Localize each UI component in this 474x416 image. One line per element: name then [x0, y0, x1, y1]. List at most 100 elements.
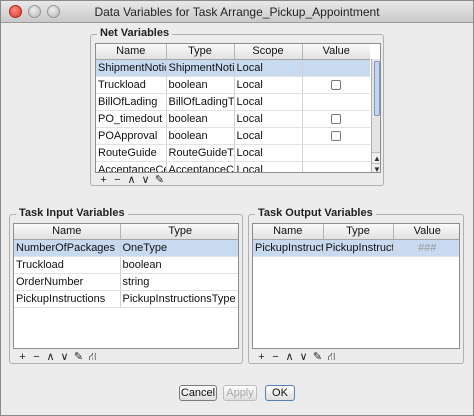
- column-header[interactable]: Value: [393, 224, 459, 240]
- table-cell[interactable]: Truckload: [14, 256, 121, 274]
- value-checkbox[interactable]: [331, 79, 342, 90]
- task-input-table: Name Type NumberOfPackages OneType Truckloa…: [13, 223, 239, 349]
- scroll-up-arrow[interactable]: ▲: [372, 152, 380, 163]
- table-cell[interactable]: boolean: [166, 110, 235, 128]
- column-header[interactable]: Value: [302, 44, 370, 60]
- task-output-toolbar: + − ∧ ∨ ✎ ⛙: [255, 351, 339, 363]
- column-header[interactable]: Name: [96, 44, 167, 60]
- table-row[interactable]: AcceptanceCe...AcceptanceCe...Local: [96, 161, 370, 172]
- table-cell[interactable]: AcceptanceCe...: [166, 161, 235, 172]
- table-cell[interactable]: Local: [234, 93, 303, 111]
- column-header[interactable]: Type: [120, 224, 238, 240]
- title-bar: Data Variables for Task Arrange_Pickup_A…: [1, 1, 473, 23]
- table-row[interactable]: Truckload boolean Local: [96, 76, 370, 94]
- net-variables-table: NameTypeScopeValue ShipmentNoticeShipmen…: [95, 43, 381, 173]
- table-cell[interactable]: [302, 76, 370, 94]
- table-cell[interactable]: [302, 93, 370, 111]
- edit-icon[interactable]: ✎: [72, 351, 85, 363]
- table-row[interactable]: OrderNumber string: [14, 273, 238, 291]
- cancel-button[interactable]: Cancel: [179, 385, 217, 401]
- window-title: Data Variables for Task Arrange_Pickup_A…: [94, 5, 380, 19]
- net-variables-group: Net Variables Name Type Scope Value Shipmen…: [90, 27, 384, 186]
- table-cell[interactable]: Local: [234, 59, 303, 77]
- table-cell[interactable]: [302, 59, 370, 77]
- task-output-table: NameTypeValue PickupInstructi...PickupIn…: [252, 223, 460, 349]
- move-down-icon[interactable]: ∨: [297, 351, 310, 363]
- table-cell[interactable]: Local: [234, 161, 303, 172]
- table-cell[interactable]: OneType: [120, 239, 238, 257]
- table-cell[interactable]: string: [120, 273, 238, 291]
- remove-icon[interactable]: −: [269, 351, 282, 363]
- add-icon[interactable]: +: [97, 174, 110, 186]
- table-cell[interactable]: Local: [234, 144, 303, 162]
- table-cell[interactable]: [302, 110, 370, 128]
- table-cell[interactable]: PickupInstructi...: [253, 239, 324, 257]
- table-cell[interactable]: Truckload: [96, 76, 167, 94]
- table-row[interactable]: POApproval boolean Local: [96, 127, 370, 145]
- table-cell[interactable]: ShipmentNoti...: [166, 59, 235, 77]
- table-row[interactable]: BillOfLadingBillOfLadingT...Local: [96, 93, 370, 111]
- table-row[interactable]: Truckload boolean: [14, 256, 238, 274]
- table-cell[interactable]: BillOfLadingT...: [166, 93, 235, 111]
- edit-icon[interactable]: ✎: [311, 351, 324, 363]
- table-cell[interactable]: PickupInstructi...: [323, 239, 394, 257]
- ok-button[interactable]: OK: [265, 385, 295, 401]
- task-input-group: Task Input Variables Name Type NumberOfPa…: [9, 207, 243, 364]
- table-cell[interactable]: POApproval: [96, 127, 167, 145]
- add-icon[interactable]: +: [16, 351, 29, 363]
- table-cell[interactable]: PO_timedout: [96, 110, 167, 128]
- table-cell[interactable]: boolean: [120, 256, 238, 274]
- edit-icon[interactable]: ✎: [153, 174, 166, 186]
- scrollbar-thumb[interactable]: [374, 61, 380, 116]
- table-cell[interactable]: Local: [234, 110, 303, 128]
- table-cell[interactable]: Local: [234, 76, 303, 94]
- table-cell[interactable]: NumberOfPackages: [14, 239, 121, 257]
- table-row[interactable]: ShipmentNoticeShipmentNoti...Local: [96, 59, 370, 77]
- remove-icon[interactable]: −: [111, 174, 124, 186]
- task-input-toolbar: + − ∧ ∨ ✎ ⛙: [16, 351, 100, 363]
- table-cell[interactable]: PickupInstructionsType: [120, 290, 238, 308]
- task-output-label: Task Output Variables: [255, 207, 376, 219]
- hierarchy-icon[interactable]: ⛙: [86, 351, 99, 363]
- table-row[interactable]: PickupInstructi...PickupInstructi...###: [253, 239, 459, 257]
- net-variables-scrollbar[interactable]: ▲ ▼: [371, 59, 380, 172]
- table-row[interactable]: RouteGuideRouteGuideT...Local: [96, 144, 370, 162]
- column-header[interactable]: Type: [323, 224, 394, 240]
- scroll-down-arrow[interactable]: ▼: [372, 163, 380, 172]
- hierarchy-icon[interactable]: ⛙: [325, 351, 338, 363]
- table-row[interactable]: PO_timedout boolean Local: [96, 110, 370, 128]
- table-cell[interactable]: ###: [393, 239, 459, 257]
- table-cell[interactable]: [302, 161, 370, 172]
- table-cell[interactable]: Local: [234, 127, 303, 145]
- table-cell[interactable]: boolean: [166, 127, 235, 145]
- column-header[interactable]: Scope: [234, 44, 303, 60]
- move-down-icon[interactable]: ∨: [139, 174, 152, 186]
- table-cell[interactable]: [302, 144, 370, 162]
- column-header[interactable]: Name: [14, 224, 121, 240]
- net-variables-toolbar: + − ∧ ∨ ✎: [97, 174, 167, 186]
- table-cell[interactable]: [302, 127, 370, 145]
- column-header[interactable]: Name: [253, 224, 324, 240]
- move-up-icon[interactable]: ∧: [125, 174, 138, 186]
- remove-icon[interactable]: −: [30, 351, 43, 363]
- table-cell[interactable]: ShipmentNotice: [96, 59, 167, 77]
- table-cell[interactable]: RouteGuide: [96, 144, 167, 162]
- table-cell[interactable]: OrderNumber: [14, 273, 121, 291]
- table-cell[interactable]: PickupInstructions: [14, 290, 121, 308]
- apply-button[interactable]: Apply: [223, 385, 257, 401]
- add-icon[interactable]: +: [255, 351, 268, 363]
- move-up-icon[interactable]: ∧: [283, 351, 296, 363]
- move-down-icon[interactable]: ∨: [58, 351, 71, 363]
- column-header[interactable]: Type: [166, 44, 235, 60]
- move-up-icon[interactable]: ∧: [44, 351, 57, 363]
- table-row[interactable]: NumberOfPackages OneType: [14, 239, 238, 257]
- value-checkbox[interactable]: [331, 113, 342, 124]
- table-cell[interactable]: AcceptanceCe...: [96, 161, 167, 172]
- net-variables-label: Net Variables: [97, 27, 173, 39]
- task-output-group: Task Output Variables Name Type Value Pick…: [248, 207, 464, 364]
- table-cell[interactable]: BillOfLading: [96, 93, 167, 111]
- table-cell[interactable]: boolean: [166, 76, 235, 94]
- value-checkbox[interactable]: [331, 130, 342, 141]
- table-cell[interactable]: RouteGuideT...: [166, 144, 235, 162]
- table-row[interactable]: PickupInstructions PickupInstructionsType: [14, 290, 238, 308]
